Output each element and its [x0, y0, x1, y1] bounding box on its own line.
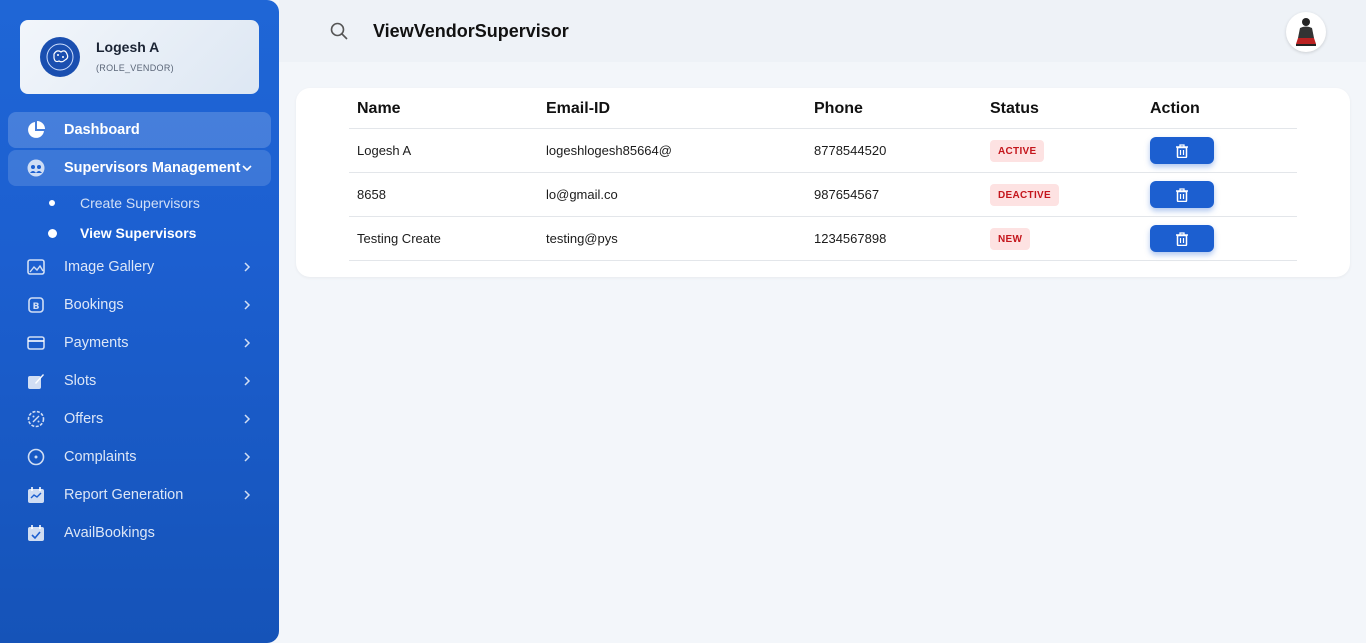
sidebar-item-offers[interactable]: Offers: [8, 401, 271, 437]
chevron-right-icon: [244, 300, 251, 310]
cell-phone: 987654567: [814, 187, 880, 202]
brain-logo-icon: [46, 43, 74, 71]
column-header-status: Status: [990, 100, 1039, 117]
sidebar-item-payments[interactable]: Payments: [8, 325, 271, 361]
percent-badge-icon: [26, 410, 46, 428]
status-badge: NEW: [990, 228, 1031, 250]
page-title: ViewVendorSupervisor: [373, 21, 569, 41]
column-header-name: Name: [357, 100, 401, 117]
delete-button[interactable]: [1150, 181, 1214, 208]
divider: [349, 128, 1297, 129]
column-header-action: Action: [1150, 100, 1200, 117]
cell-phone: 1234567898: [814, 231, 887, 246]
status-badge: DEACTIVE: [990, 184, 1059, 206]
sidebar-item-image-gallery[interactable]: Image Gallery: [8, 249, 271, 285]
sidebar-item-label: Slots: [64, 373, 97, 389]
status-badge: ACTIVE: [990, 140, 1045, 162]
column-header-phone: Phone: [814, 100, 863, 117]
trash-icon: [1176, 143, 1188, 158]
sidebar-item-availbookings[interactable]: AvailBookings: [8, 515, 271, 551]
chevron-right-icon: [244, 262, 251, 272]
profile-figure-icon: [1296, 18, 1316, 46]
sidebar-item-bookings[interactable]: B Bookings: [8, 287, 271, 323]
cell-email: logeshlogesh85664@: [546, 143, 672, 158]
chevron-right-icon: [244, 338, 251, 348]
sidebar-item-label: Supervisors Management: [64, 160, 241, 176]
supervisors-table-card: Name Email-ID Phone Status Action Logesh…: [296, 88, 1350, 277]
edit-icon: [26, 372, 46, 390]
sidebar-item-label: Image Gallery: [64, 259, 155, 275]
chevron-down-icon: [242, 165, 252, 172]
sidebar-item-label: AvailBookings: [64, 525, 155, 541]
divider: [349, 260, 1297, 261]
sidebar-subitem-create-supervisors[interactable]: Create Supervisors: [80, 195, 200, 211]
cell-name: Testing Create: [357, 231, 441, 246]
divider: [349, 216, 1297, 217]
divider: [349, 172, 1297, 173]
user-avatar[interactable]: [1286, 12, 1326, 52]
sidebar-item-dashboard[interactable]: Dashboard: [8, 112, 271, 148]
bookings-icon: B: [26, 296, 46, 314]
bullet-icon: [48, 229, 57, 238]
pie-chart-icon: [26, 121, 46, 139]
sidebar: Logesh A (ROLE_VENDOR) Dashboard Supervi…: [0, 0, 279, 643]
top-header: ViewVendorSupervisor: [279, 0, 1366, 62]
sidebar-item-label: Offers: [64, 411, 104, 427]
sidebar-item-label: Dashboard: [64, 122, 140, 138]
circle-dot-icon: [26, 448, 46, 466]
cell-phone: 8778544520: [814, 143, 887, 158]
sidebar-item-label: Payments: [64, 335, 129, 351]
trash-icon: [1176, 187, 1188, 202]
profile-role: (ROLE_VENDOR): [96, 63, 174, 73]
sidebar-item-supervisors-management[interactable]: Supervisors Management: [8, 150, 271, 186]
calendar-report-icon: [26, 486, 46, 504]
cell-name: Logesh A: [357, 143, 412, 158]
credit-card-icon: [26, 334, 46, 352]
svg-text:B: B: [33, 302, 40, 312]
calendar-check-icon: [26, 524, 46, 542]
sidebar-item-slots[interactable]: Slots: [8, 363, 271, 399]
sidebar-item-complaints[interactable]: Complaints: [8, 439, 271, 475]
profile-name: Logesh A: [96, 39, 160, 55]
chevron-right-icon: [244, 452, 251, 462]
image-icon: [26, 258, 46, 276]
sidebar-item-label: Bookings: [64, 297, 124, 313]
sidebar-item-label: Complaints: [64, 449, 137, 465]
search-icon[interactable]: [330, 22, 348, 40]
sidebar-item-label: Report Generation: [64, 487, 184, 503]
cell-email: testing@pys: [546, 231, 618, 246]
cell-email: lo@gmail.co: [546, 187, 618, 202]
trash-icon: [1176, 231, 1188, 246]
chevron-right-icon: [244, 376, 251, 386]
cell-name: 8658: [357, 187, 386, 202]
sidebar-item-report-generation[interactable]: Report Generation: [8, 477, 271, 513]
delete-button[interactable]: [1150, 225, 1214, 252]
profile-card[interactable]: Logesh A (ROLE_VENDOR): [20, 20, 259, 94]
delete-button[interactable]: [1150, 137, 1214, 164]
column-header-email: Email-ID: [546, 100, 611, 117]
users-icon: [26, 159, 46, 177]
chevron-right-icon: [244, 414, 251, 424]
bullet-icon: [49, 200, 55, 206]
avatar: [40, 37, 80, 77]
sidebar-subitem-view-supervisors[interactable]: View Supervisors: [80, 225, 196, 241]
chevron-right-icon: [244, 490, 251, 500]
